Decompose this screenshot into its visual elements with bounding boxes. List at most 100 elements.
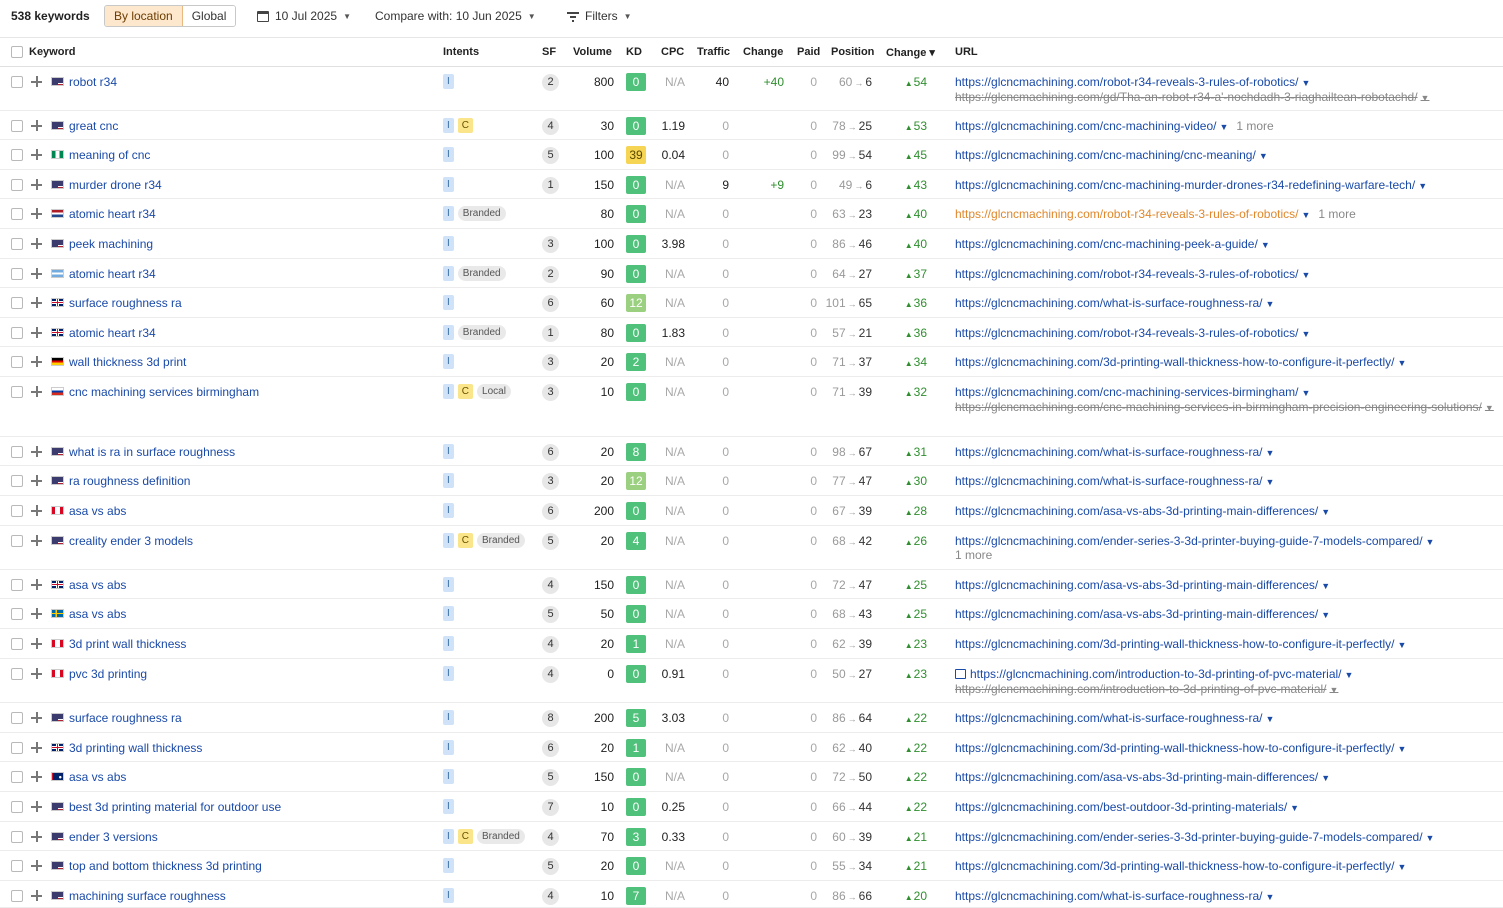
sf-count-badge[interactable]: 5 [542,858,559,875]
chevron-down-icon[interactable]: ▼ [1321,507,1330,517]
sf-count-badge[interactable]: 8 [542,710,559,727]
chevron-down-icon[interactable]: ▼ [1426,537,1435,547]
add-icon[interactable] [31,147,42,163]
col-change[interactable]: Change [743,46,783,58]
row-checkbox[interactable] [11,475,23,487]
row-checkbox[interactable] [11,771,23,783]
chevron-down-icon[interactable]: ▼ [1321,581,1330,591]
keyword-link[interactable]: surface roughness ra [69,710,182,726]
compare-dropdown[interactable]: Compare with: 10 Jun 2025 ▼ [375,9,536,23]
row-checkbox[interactable] [11,356,23,368]
url-link[interactable]: https://glcncmachining.com/what-is-surfa… [955,473,1274,490]
row-checkbox[interactable] [11,179,23,191]
add-icon[interactable] [31,206,42,222]
col-keyword[interactable]: Keyword [29,46,75,58]
keyword-link[interactable]: top and bottom thickness 3d printing [69,858,262,874]
more-urls-link[interactable]: 1 more [1236,119,1273,133]
add-icon[interactable] [31,666,42,682]
add-icon[interactable] [31,444,42,460]
chevron-down-icon[interactable]: ▼ [1301,329,1310,339]
row-checkbox[interactable] [11,712,23,724]
col-paid[interactable]: Paid [797,46,820,58]
chevron-down-icon[interactable]: ▼ [1421,93,1430,103]
chevron-down-icon[interactable]: ▼ [1345,670,1354,680]
sf-count-badge[interactable]: 5 [542,533,559,550]
keyword-link[interactable]: great cnc [69,118,118,134]
keyword-link[interactable]: surface roughness ra [69,295,182,311]
url-link[interactable]: https://glcncmachining.com/ender-series-… [955,533,1434,550]
sf-count-badge[interactable]: 5 [542,147,559,164]
chevron-down-icon[interactable]: ▼ [1265,477,1274,487]
more-urls-link[interactable]: 1 more [955,548,992,562]
global-button[interactable]: Global [182,6,236,26]
sf-count-badge[interactable]: 3 [542,236,559,253]
chevron-down-icon[interactable]: ▼ [1259,151,1268,161]
keyword-link[interactable]: peek machining [69,236,153,252]
keyword-link[interactable]: robot r34 [69,74,117,90]
previous-url-link[interactable]: https://glcncmachining.com/introduction-… [955,681,1338,698]
by-location-button[interactable]: By location [105,6,183,26]
add-icon[interactable] [31,74,42,90]
chevron-down-icon[interactable]: ▼ [1265,448,1274,458]
add-icon[interactable] [31,295,42,311]
sf-count-badge[interactable]: 2 [542,74,559,91]
row-checkbox[interactable] [11,238,23,250]
add-icon[interactable] [31,888,42,904]
chevron-down-icon[interactable]: ▼ [1261,240,1270,250]
row-checkbox[interactable] [11,638,23,650]
sf-count-badge[interactable]: 5 [542,606,559,623]
sf-count-badge[interactable]: 4 [542,118,559,135]
keyword-link[interactable]: atomic heart r34 [69,206,156,222]
url-link[interactable]: https://glcncmachining.com/asa-vs-abs-3d… [955,606,1330,623]
url-link[interactable]: https://glcncmachining.com/what-is-surfa… [955,295,1274,312]
sf-count-badge[interactable]: 7 [542,799,559,816]
col-kd[interactable]: KD [626,46,642,58]
row-checkbox[interactable] [11,742,23,754]
previous-url-link[interactable]: https://glcncmachining.com/gd/Tha-an-rob… [955,89,1429,106]
row-checkbox[interactable] [11,76,23,88]
add-icon[interactable] [31,606,42,622]
keyword-link[interactable]: asa vs abs [69,503,126,519]
row-checkbox[interactable] [11,831,23,843]
col-sf[interactable]: SF [542,46,556,58]
keyword-link[interactable]: 3d printing wall thickness [69,740,202,756]
keyword-link[interactable]: asa vs abs [69,577,126,593]
date-picker[interactable]: 10 Jul 2025 ▼ [257,9,351,23]
chevron-down-icon[interactable]: ▼ [1398,640,1407,650]
col-cpc[interactable]: CPC [661,46,684,58]
row-checkbox[interactable] [11,535,23,547]
sf-count-badge[interactable]: 6 [542,503,559,520]
keyword-link[interactable]: meaning of cnc [69,147,150,163]
add-icon[interactable] [31,829,42,845]
url-link[interactable]: https://glcncmachining.com/what-is-surfa… [955,444,1274,461]
chevron-down-icon[interactable]: ▼ [1321,773,1330,783]
keyword-link[interactable]: ender 3 versions [69,829,158,845]
chevron-down-icon[interactable]: ▼ [1301,270,1310,280]
row-checkbox[interactable] [11,860,23,872]
add-icon[interactable] [31,769,42,785]
chevron-down-icon[interactable]: ▼ [1219,122,1228,132]
filters-button[interactable]: Filters ▼ [567,9,632,23]
select-all-checkbox[interactable] [11,46,23,58]
url-link[interactable]: https://glcncmachining.com/robot-r34-rev… [955,266,1310,283]
col-url[interactable]: URL [955,46,978,58]
url-link[interactable]: https://glcncmachining.com/cnc-machining… [955,147,1268,164]
sf-count-badge[interactable]: 6 [542,740,559,757]
add-icon[interactable] [31,636,42,652]
add-icon[interactable] [31,354,42,370]
add-icon[interactable] [31,577,42,593]
row-checkbox[interactable] [11,297,23,309]
sf-count-badge[interactable]: 6 [542,444,559,461]
sf-count-badge[interactable]: 4 [542,888,559,905]
url-link[interactable]: https://glcncmachining.com/asa-vs-abs-3d… [955,769,1330,786]
sf-count-badge[interactable]: 5 [542,769,559,786]
sf-count-badge[interactable]: 3 [542,473,559,490]
chevron-down-icon[interactable]: ▼ [1301,210,1310,220]
chevron-down-icon[interactable]: ▼ [1301,78,1310,88]
keyword-link[interactable]: 3d print wall thickness [69,636,186,652]
keyword-link[interactable]: murder drone r34 [69,177,162,193]
add-icon[interactable] [31,236,42,252]
keyword-link[interactable]: ra roughness definition [69,473,190,489]
url-link[interactable]: https://glcncmachining.com/3d-printing-w… [955,636,1406,653]
add-icon[interactable] [31,325,42,341]
